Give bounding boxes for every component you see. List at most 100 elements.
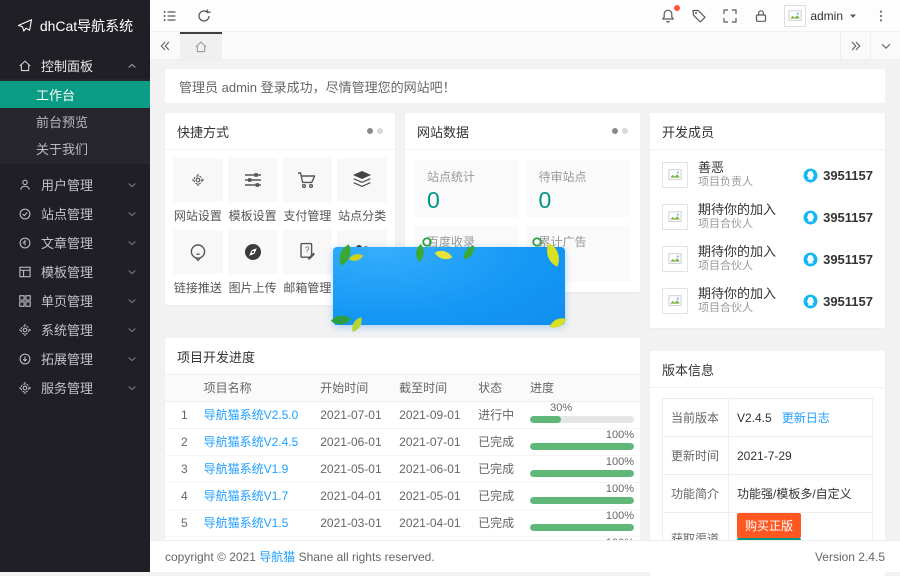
project-progress-cell: 100% <box>524 455 640 482</box>
lock-icon[interactable] <box>753 8 769 24</box>
compass-icon <box>242 241 264 263</box>
project-status: 进行中 <box>472 401 524 428</box>
sidebar-item-about-us[interactable]: 关于我们 <box>0 135 150 162</box>
quick-action-template-settings[interactable]: 模板设置 <box>228 158 278 225</box>
qq-number: 3951157 <box>823 294 873 309</box>
project-end-date: 2021-06-01 <box>393 455 472 482</box>
project-start-date: 2021-06-01 <box>314 428 393 455</box>
project-progress-cell: 100% <box>524 428 640 455</box>
quick-action-site-category[interactable]: 站点分类 <box>337 158 387 225</box>
circle-dot-icon <box>18 236 32 250</box>
project-status: 已完成 <box>472 455 524 482</box>
refresh-icon[interactable] <box>196 8 212 24</box>
project-col-header <box>165 375 198 401</box>
qq-number: 3951157 <box>823 210 873 225</box>
member-row: 期待你的加入项目合伙人 3951157 <box>662 280 873 322</box>
quick-action-label: 邮箱管理 <box>283 279 333 293</box>
project-row: 2导航猫系统V2.4.52021-06-012021-07-01已完成100% <box>165 428 640 455</box>
version-row-value: 2021-7-29 <box>729 437 873 475</box>
quick-action-payment-mgmt[interactable]: 支付管理 <box>283 158 333 225</box>
carousel-dots[interactable] <box>612 128 628 134</box>
sidebar-item-extension-mgmt[interactable]: 拓展管理 <box>0 344 150 373</box>
sidebar-item-user-mgmt[interactable]: 用户管理 <box>0 170 150 199</box>
sidebar-item-label: 站点管理 <box>41 204 117 223</box>
layers-icon <box>351 169 373 191</box>
tabs-dropdown-icon[interactable] <box>870 32 900 59</box>
sidebar-item-label: 服务管理 <box>41 378 117 397</box>
member-name: 期待你的加入 <box>698 286 803 302</box>
progress-track <box>530 497 634 504</box>
tag-icon[interactable] <box>691 8 707 24</box>
project-name-link[interactable]: 导航猫系统V1.5 <box>204 516 289 530</box>
project-status: 已完成 <box>472 428 524 455</box>
sidebar-item-label: 模板管理 <box>41 262 117 281</box>
sidebar-item-template-mgmt[interactable]: 模板管理 <box>0 257 150 286</box>
project-name-link[interactable]: 导航猫系统V2.4.5 <box>204 435 299 449</box>
site-data-title: 网站数据 <box>417 122 469 141</box>
sidebar: dhCat导航系统 控制面板 工作台前台预览关于我们 用户管理站点管理文章管理模… <box>0 0 150 572</box>
member-name: 期待你的加入 <box>698 244 803 260</box>
sidebar-item-article-mgmt[interactable]: 文章管理 <box>0 228 150 257</box>
app-logo[interactable]: dhCat导航系统 <box>0 0 150 52</box>
notifications-bell-icon[interactable] <box>660 8 676 24</box>
member-row: 善恶项目负责人3951157 <box>662 154 873 196</box>
project-col-header: 开始时间 <box>314 375 393 401</box>
member-info: 善恶项目负责人 <box>698 160 803 190</box>
kebab-menu-icon[interactable] <box>874 9 888 23</box>
quick-action-icon-box: ? <box>283 230 333 274</box>
sidebar-item-system-mgmt[interactable]: 系统管理 <box>0 315 150 344</box>
project-progress-title: 项目开发进度 <box>177 347 255 366</box>
member-qq[interactable]: 3951157 <box>803 210 873 225</box>
stat-pending-sites: 待审站点0 <box>527 160 631 217</box>
stat-label: 待审站点 <box>539 168 619 185</box>
qq-icon <box>803 210 818 225</box>
sidebar-item-page-mgmt[interactable]: 单页管理 <box>0 286 150 315</box>
project-name-link[interactable]: 导航猫系统V1.7 <box>204 489 289 503</box>
progress-fill <box>530 524 634 531</box>
tabbar <box>150 32 900 60</box>
welcome-alert-text: 管理员 admin 登录成功，尽情管理您的网站吧！ <box>179 77 456 96</box>
tab-home[interactable] <box>180 32 222 59</box>
promo-banner[interactable] <box>333 247 565 325</box>
member-qq[interactable]: 3951157 <box>803 252 873 267</box>
user-menu[interactable]: admin <box>784 5 859 27</box>
project-status: 已完成 <box>472 509 524 536</box>
sidebar-item-site-mgmt[interactable]: 站点管理 <box>0 199 150 228</box>
member-name: 善恶 <box>698 160 803 176</box>
quick-action-image-upload[interactable]: 图片上传 <box>228 230 278 297</box>
tabs-scroll-right-icon[interactable] <box>840 32 870 59</box>
member-qq[interactable]: 3951157 <box>803 168 873 183</box>
project-name-link[interactable]: 导航猫系统V2.5.0 <box>204 408 299 422</box>
doc-question-icon: ? <box>296 241 318 263</box>
progress-fill <box>530 470 634 477</box>
buy-genuine-button[interactable]: 购买正版 <box>737 513 801 538</box>
quick-action-link-push[interactable]: 链接推送 <box>173 230 223 297</box>
tabs-scroll-left-icon[interactable] <box>150 32 180 59</box>
quick-action-email-mgmt[interactable]: ? 邮箱管理 <box>283 230 333 297</box>
changelog-link[interactable]: 更新日志 <box>782 411 830 425</box>
fullscreen-icon[interactable] <box>722 8 738 24</box>
avatar <box>662 162 688 188</box>
sidebar-item-label: 关于我们 <box>36 139 138 158</box>
topbar: admin <box>150 0 900 32</box>
sidebar-item-service-mgmt[interactable]: 服务管理 <box>0 373 150 402</box>
version-value-text: 功能强/模板多/自定义 <box>737 487 852 501</box>
project-start-date: 2021-04-01 <box>314 482 393 509</box>
quick-action-site-settings[interactable]: 网站设置 <box>173 158 223 225</box>
carousel-dots[interactable] <box>367 128 383 134</box>
member-role: 项目合伙人 <box>698 302 803 316</box>
sidebar-item-front-preview[interactable]: 前台预览 <box>0 108 150 135</box>
circle-check-icon <box>18 207 32 221</box>
quick-action-label: 链接推送 <box>173 279 223 293</box>
quick-action-icon-box <box>283 158 333 202</box>
avatar <box>784 5 806 27</box>
sidebar-item-label: 拓展管理 <box>41 349 117 368</box>
member-qq[interactable]: 3951157 <box>803 294 873 309</box>
collapse-menu-icon[interactable] <box>162 8 178 24</box>
project-name-link[interactable]: 导航猫系统V1.9 <box>204 462 289 476</box>
footer-site-link[interactable]: 导航猫 <box>259 550 295 564</box>
project-start-date: 2021-05-01 <box>314 455 393 482</box>
sidebar-item-control-panel[interactable]: 控制面板 <box>0 52 150 79</box>
panel-icon <box>18 265 32 279</box>
sidebar-item-workbench[interactable]: 工作台 <box>0 81 150 108</box>
